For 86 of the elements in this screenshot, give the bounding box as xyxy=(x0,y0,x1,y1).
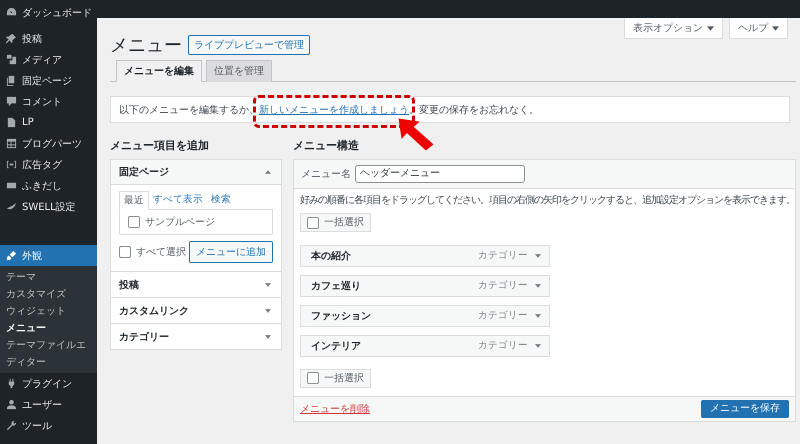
caret-icon[interactable] xyxy=(535,284,541,288)
pin-icon xyxy=(6,33,17,44)
sidebar-item[interactable]: 広告タグ xyxy=(0,154,97,175)
tab[interactable]: すべて表示 xyxy=(149,191,207,209)
sidebar-item[interactable]: ふきだし xyxy=(0,175,97,196)
sidebar-item[interactable]: LP xyxy=(0,112,97,133)
live-preview-button[interactable]: ライブプレビューで管理 xyxy=(188,35,310,55)
brush-icon xyxy=(6,250,17,261)
gauge-icon xyxy=(6,7,17,18)
sidebar-item[interactable]: SWELL設定 xyxy=(0,196,97,217)
add-to-menu-button[interactable]: メニューに追加 xyxy=(189,241,273,263)
leaf-icon xyxy=(6,201,17,212)
wrench-icon xyxy=(6,420,17,431)
document-icon xyxy=(6,117,17,128)
sidebar-item[interactable]: ユーザー xyxy=(0,394,97,415)
caret-icon[interactable] xyxy=(535,314,541,318)
caret-icon xyxy=(265,170,271,174)
create-menu-link[interactable]: 新しいメニューを作成しましょう xyxy=(259,105,409,116)
sidebar-item[interactable]: ブログパーツ xyxy=(0,133,97,154)
submenu-item[interactable]: メニュー xyxy=(0,320,97,337)
caret-icon[interactable] xyxy=(535,344,541,348)
speech-bubble-icon xyxy=(6,180,17,191)
menu-item-title: 本の紹介 xyxy=(311,250,352,262)
accordion-header[interactable]: 固定ページ xyxy=(111,160,281,185)
menu-item-type: カテゴリー xyxy=(478,279,528,292)
sidebar-item[interactable]: ダッシュボード xyxy=(0,2,97,23)
sidebar-item[interactable]: プラグイン xyxy=(0,373,97,394)
menu-item-title: ファッション xyxy=(311,310,372,322)
sidebar-item[interactable]: コメント xyxy=(0,91,97,112)
grid-icon xyxy=(6,138,17,149)
page-title: メニュー xyxy=(110,34,182,57)
plug-icon xyxy=(6,378,17,389)
checkbox-label: 一括選択 xyxy=(324,372,364,384)
tab[interactable]: メニューを編集 xyxy=(116,60,202,82)
caret-icon xyxy=(265,282,271,286)
bracket-icon xyxy=(6,159,17,170)
checkbox[interactable] xyxy=(307,216,319,228)
checkbox[interactable] xyxy=(128,216,140,228)
menu-item-type: カテゴリー xyxy=(478,249,528,262)
pages-icon xyxy=(6,75,17,86)
user-icon xyxy=(6,399,17,410)
submenu-item[interactable]: テーマ xyxy=(0,269,97,286)
caret-icon xyxy=(265,308,271,312)
delete-menu-link[interactable]: メニューを削除 xyxy=(300,402,370,416)
dropdown-button[interactable]: ヘルプ xyxy=(729,18,788,39)
menu-name-field[interactable]: ヘッダーメニュー xyxy=(355,165,525,183)
field-label: メニュー名 xyxy=(301,168,351,181)
caret-icon xyxy=(265,334,271,338)
section-heading: メニュー構造 xyxy=(293,139,360,153)
pointer-arrow xyxy=(397,117,435,152)
hint-text: 好みの順番に各項目をドラッグしてください。項目の右側の矢印をクリックすると、追加設定オプションを表示できます。 xyxy=(300,194,789,207)
checkbox-label: サンプルページ xyxy=(145,216,215,229)
menu-item-title: インテリア xyxy=(311,340,362,352)
checkbox-label: すべて選択 xyxy=(136,246,186,259)
tab[interactable]: 検索 xyxy=(207,191,235,209)
submenu-item[interactable]: ウィジェット xyxy=(0,303,97,320)
checkbox[interactable] xyxy=(307,372,319,384)
accordion-header[interactable]: カスタムリンク xyxy=(111,298,281,323)
checkbox-label: 一括選択 xyxy=(324,216,364,229)
menu-item-bar[interactable]: 本の紹介 カテゴリー xyxy=(300,244,550,266)
menu-item-type: カテゴリー xyxy=(478,309,528,322)
menu-item-bar[interactable]: ファッション カテゴリー xyxy=(300,304,550,326)
checkbox[interactable] xyxy=(119,246,131,258)
media-icon xyxy=(6,54,17,65)
sidebar-item[interactable]: 固定ページ xyxy=(0,70,97,91)
tab[interactable]: 位置を管理 xyxy=(206,60,272,82)
accordion-header[interactable]: カテゴリー xyxy=(111,324,281,349)
menu-item-bar[interactable]: インテリア カテゴリー xyxy=(300,334,550,356)
accordion-header[interactable]: 投稿 xyxy=(111,272,281,297)
submenu-item[interactable]: テーマファイルエディター xyxy=(0,337,97,371)
sidebar-item[interactable]: メディア xyxy=(0,49,97,70)
save-menu-button[interactable]: メニューを保存 xyxy=(701,400,789,418)
menu-item-bar[interactable]: カフェ巡り カテゴリー xyxy=(300,274,550,296)
tab[interactable]: 最近 xyxy=(119,191,149,210)
sidebar-item[interactable]: 投稿 xyxy=(0,28,97,49)
submenu-item[interactable]: カスタマイズ xyxy=(0,286,97,303)
menu-item-title: カフェ巡り xyxy=(311,280,362,292)
menu-item-type: カテゴリー xyxy=(478,339,528,352)
sidebar-item[interactable]: 外観 xyxy=(0,245,97,266)
comment-icon xyxy=(6,96,17,107)
sidebar-item[interactable]: ツール xyxy=(0,415,97,436)
caret-icon xyxy=(772,26,779,30)
section-heading: メニュー項目を追加 xyxy=(110,139,210,153)
caret-icon[interactable] xyxy=(535,254,541,258)
caret-icon xyxy=(707,26,714,30)
dropdown-button[interactable]: 表示オプション xyxy=(624,18,723,39)
